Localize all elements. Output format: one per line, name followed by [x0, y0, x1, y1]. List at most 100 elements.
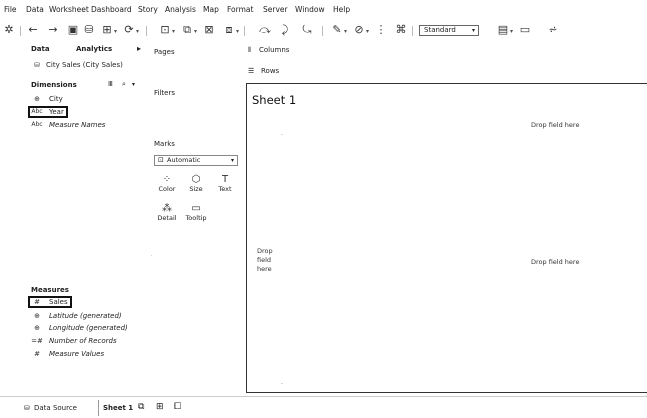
analytics-tab[interactable]: Analytics [76, 45, 112, 53]
sort-descending-icon[interactable]: ⤸ [278, 24, 292, 36]
menu-map[interactable]: Map [203, 5, 219, 14]
new-worksheet-icon[interactable]: ⊞ [100, 24, 114, 36]
measure-sales[interactable]: Sales [49, 298, 68, 306]
detail-button[interactable]: ⁂ Detail [154, 203, 180, 222]
sheet-1-tab[interactable]: Sheet 1 [103, 404, 133, 412]
measure-latitude[interactable]: Latitude (generated) [49, 312, 122, 320]
measure-measure-values[interactable]: Measure Values [49, 350, 104, 358]
measure-number-of-records[interactable]: Number of Records [49, 337, 117, 345]
menu-data[interactable]: Data [26, 5, 44, 14]
data-source-name[interactable]: City Sales (City Sales) [46, 61, 123, 69]
undo-icon[interactable]: ← [26, 24, 40, 36]
duplicate-icon[interactable]: ⧉ [180, 24, 194, 36]
text-button[interactable]: T Text [212, 174, 238, 193]
tableau-logo-icon[interactable]: ✲ [2, 24, 16, 36]
chevron-down-icon[interactable]: ▾ [172, 28, 178, 35]
menu-dashboard[interactable]: Dashboard [91, 5, 132, 14]
chevron-down-icon[interactable]: ▾ [132, 81, 135, 88]
axis-dot: · [281, 381, 283, 388]
dimension-year[interactable]: Year [49, 108, 64, 116]
sheet-canvas[interactable]: Sheet 1 · Drop field here Drop field her… [246, 83, 647, 393]
tooltip-button[interactable]: ▭ Tooltip [183, 203, 209, 222]
drop-field-left[interactable]: Drop field here [257, 247, 273, 274]
menu-worksheet[interactable]: Worksheet [49, 5, 89, 14]
drop-field-left-line-3: here [257, 265, 272, 273]
chevron-down-icon[interactable]: ▾ [510, 28, 516, 35]
swap-icon[interactable]: ⧈ [222, 24, 236, 36]
drop-field-rows[interactable]: Drop field here [531, 258, 579, 267]
save-icon[interactable]: ▣ [66, 24, 80, 36]
number-type-icon: # [34, 350, 40, 358]
chevron-down-icon: ▾ [230, 157, 234, 164]
size-button[interactable]: ⬡ Size [183, 174, 209, 193]
data-source-tab[interactable]: Data Source [34, 404, 77, 412]
sheet-title[interactable]: Sheet 1 [252, 93, 296, 107]
dimensions-header: Dimensions [31, 81, 77, 89]
label-icon[interactable]: ⊘ [352, 24, 366, 36]
dimension-city[interactable]: City [49, 95, 63, 103]
number-type-icon: # [34, 298, 40, 306]
sheet-tab-bar: ⛁ Data Source Sheet 1 ⧉ ⊞ ⧠ [0, 396, 647, 418]
chevron-down-icon[interactable]: ▾ [236, 28, 242, 35]
drop-field-left-line-2: field [257, 256, 272, 264]
monitor-icon[interactable]: ▭ [518, 24, 532, 36]
columns-shelf-label[interactable]: Columns [259, 46, 289, 54]
chevron-down-icon[interactable]: ▾ [344, 28, 350, 35]
pages-shelf-label: Pages [154, 48, 175, 56]
search-icon[interactable]: ⌕ [122, 80, 126, 89]
drop-field-columns[interactable]: Drop field here [531, 121, 579, 130]
new-story-icon[interactable]: ⧠ [174, 402, 181, 412]
rows-shelf-label[interactable]: Rows [261, 67, 279, 75]
tab-divider [98, 400, 99, 416]
show-me-icon[interactable]: ⌘ [394, 24, 408, 36]
tooltip-label: Tooltip [185, 214, 207, 222]
new-data-source-icon[interactable]: ⛁ [82, 24, 96, 36]
presentation-icon[interactable]: ▤ [496, 24, 510, 36]
fix-axes-icon[interactable]: ⋮ [374, 24, 388, 36]
chevron-down-icon[interactable]: ▾ [366, 28, 372, 35]
color-button[interactable]: ⁘ Color [154, 174, 180, 193]
chevron-down-icon[interactable]: ▾ [194, 28, 200, 35]
detail-icon: ⁂ [162, 203, 172, 214]
view-toggle-icon[interactable]: Ⅲ [108, 80, 113, 88]
group-icon[interactable]: ✎ [330, 24, 344, 36]
rows-icon: ☰ [248, 67, 255, 75]
run-update-icon[interactable]: ⊡ [158, 24, 172, 36]
menu-bar: File Data Worksheet Dashboard Story Anal… [0, 0, 647, 18]
globe-icon: ⊕ [34, 324, 40, 332]
dimension-measure-names[interactable]: Measure Names [49, 121, 105, 129]
chevron-down-icon[interactable]: ▾ [136, 28, 142, 35]
mark-type-select[interactable]: ⊡ Automatic ▾ [154, 155, 238, 166]
refresh-icon[interactable]: ⟳ [122, 24, 136, 36]
data-source-icon: ⛁ [34, 61, 40, 69]
sort-ascending-icon[interactable]: ⤼ [258, 24, 272, 36]
string-type-icon: Abc [31, 108, 43, 115]
pane-menu-icon[interactable]: ▸ [137, 44, 141, 53]
new-dashboard-icon[interactable]: ⊞ [156, 402, 164, 412]
clear-sheet-icon[interactable]: ⊠ [202, 24, 216, 36]
data-source-icon: ⛁ [24, 404, 30, 412]
share-icon[interactable]: ⩫ [546, 24, 560, 36]
detail-label: Detail [157, 214, 177, 222]
menu-server[interactable]: Server [263, 5, 288, 14]
menu-format[interactable]: Format [227, 5, 253, 14]
chevron-down-icon: ▾ [471, 27, 475, 34]
menu-file[interactable]: File [4, 5, 17, 14]
menu-window[interactable]: Window [295, 5, 325, 14]
measure-longitude[interactable]: Longitude (generated) [49, 324, 128, 332]
new-worksheet-icon[interactable]: ⧉ [138, 402, 144, 412]
chevron-down-icon[interactable]: ▾ [114, 28, 120, 35]
axis-dot: · [281, 132, 283, 139]
columns-icon: ⦀ [248, 46, 252, 54]
menu-story[interactable]: Story [138, 5, 158, 14]
fit-select[interactable]: Standard ▾ [419, 25, 479, 36]
redo-icon[interactable]: → [46, 24, 60, 36]
toolbar-separator [146, 26, 147, 36]
menu-help[interactable]: Help [333, 5, 350, 14]
color-label: Color [158, 185, 176, 193]
data-tab[interactable]: Data [31, 45, 50, 53]
menu-analysis[interactable]: Analysis [165, 5, 196, 14]
measures-header: Measures [31, 286, 69, 294]
toolbar: ✲ ← → ▣ ⛁ ⊞ ▾ ⟳ ▾ ⊡ ▾ ⧉ ▾ ⊠ ⧈ ▾ ⤼ ⤸ ⤿ ✎ … [0, 18, 647, 42]
highlight-icon[interactable]: ⤿ [300, 24, 314, 36]
